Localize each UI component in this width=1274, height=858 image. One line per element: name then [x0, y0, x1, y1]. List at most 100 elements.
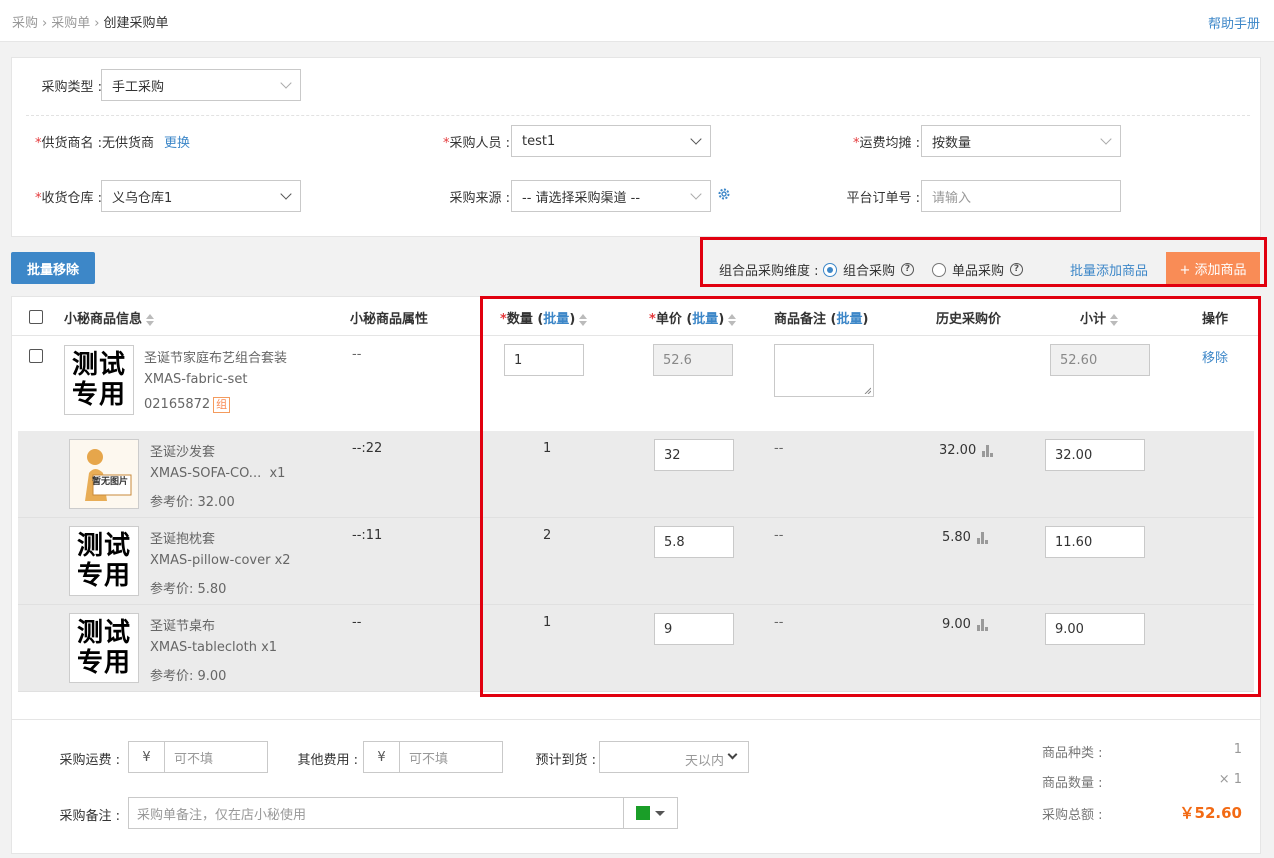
change-supplier-link[interactable]: 更换 [164, 132, 190, 151]
batch-remove-button[interactable]: 批量移除 [11, 252, 95, 284]
product-sku: XMAS-SOFA-CO... x1 [150, 466, 286, 481]
chevron-down-icon [727, 749, 738, 760]
reference-price: 参考价: 5.80 [150, 582, 227, 597]
breadcrumb: 采购 › 采购单 › 创建采购单 [12, 12, 168, 31]
warehouse-value: 义乌仓库1 [112, 190, 173, 206]
question-icon[interactable]: ? [901, 263, 915, 276]
freight-split-label: *运费均摊 : [852, 136, 920, 151]
purchase-type-select[interactable]: 手工采购 [101, 69, 301, 101]
order-form-panel: 采购类型 : 手工采购 *供货商名 : 无供货商 更换 *采购人员 : test… [11, 57, 1261, 237]
product-name: 圣诞节家庭布艺组合套装 [144, 351, 288, 366]
product-attr: --:11 [352, 528, 383, 543]
question-icon[interactable]: ? [1010, 263, 1024, 276]
count-value: × 1 [1218, 772, 1242, 787]
remark-label: 采购备注 : [59, 809, 120, 824]
product-attr: --:22 [352, 441, 383, 456]
product-name: 圣诞抱枕套 [150, 532, 216, 547]
radio-unselected-icon[interactable] [932, 262, 946, 277]
product-thumbnail: 测试专用 [64, 345, 134, 415]
eta-label: 预计到货 : [535, 753, 596, 768]
buyer-value: test1 [522, 133, 556, 149]
supplier-value: 无供货商 [102, 136, 155, 151]
product-name: 圣诞节桌布 [150, 619, 216, 634]
chevron-down-icon [1100, 133, 1112, 145]
product-thumbnail: 暂无图片 [69, 439, 139, 509]
purchase-type-label: 采购类型 : [41, 80, 102, 95]
option-single[interactable]: 单品采购 ? [932, 260, 1024, 279]
sort-icon [146, 313, 155, 326]
color-swatch-icon [636, 806, 650, 820]
source-select[interactable]: -- 请选择采购渠道 -- [511, 180, 711, 212]
product-name: 圣诞沙发套 [150, 445, 216, 460]
chevron-down-icon [690, 188, 702, 200]
remark-input[interactable]: 采购单备注，仅在店小秘使用 [128, 797, 678, 829]
freight-input[interactable]: ¥ 可不填 [128, 741, 268, 773]
other-fee-placeholder: 可不填 [409, 751, 449, 767]
buyer-select[interactable]: test1 [511, 125, 711, 157]
row-checkbox[interactable] [29, 349, 43, 363]
remark-placeholder: 采购单备注，仅在店小秘使用 [137, 807, 307, 823]
option-combo-label: 组合采购 [843, 264, 896, 279]
eta-select[interactable]: 天以内 [599, 741, 749, 773]
total-label: 采购总额 : [1042, 808, 1103, 823]
product-code: 02165872 组 [144, 397, 231, 413]
chevron-down-icon [280, 188, 292, 200]
product-sku: XMAS-pillow-cover x2 [150, 553, 291, 568]
reference-price: 参考价: 9.00 [150, 669, 227, 684]
option-combo[interactable]: 组合采购 ? [823, 260, 915, 279]
caret-down-icon [655, 810, 665, 816]
count-label: 商品数量 : [1042, 776, 1103, 791]
platform-order-placeholder: 请输入 [932, 190, 972, 206]
breadcrumb-item-purchase[interactable]: 采购 [12, 16, 38, 31]
platform-order-input[interactable]: 请输入 [921, 180, 1121, 212]
product-sku: XMAS-tablecloth x1 [150, 640, 278, 655]
warehouse-select[interactable]: 义乌仓库1 [101, 180, 301, 212]
chevron-down-icon [280, 77, 292, 89]
top-bar: 采购 › 采购单 › 创建采购单 帮助手册 [0, 0, 1274, 42]
divider [26, 115, 1250, 116]
platform-order-label: 平台订单号 : [846, 191, 920, 206]
freight-placeholder: 可不填 [174, 751, 214, 767]
chevron-down-icon [690, 133, 702, 145]
eta-suffix: 天以内 [684, 754, 724, 769]
product-thumbnail: 测试专用 [69, 613, 139, 683]
help-link[interactable]: 帮助手册 [1208, 13, 1260, 32]
breadcrumb-separator: › [42, 16, 48, 31]
other-fee-label: 其他费用 : [297, 753, 358, 768]
order-footer: 采购运费 : ¥ 可不填 其他费用 : ¥ 可不填 预计到货 : 天以内 采购备… [11, 720, 1261, 854]
product-thumbnail: 测试专用 [69, 526, 139, 596]
supplier-label: *供货商名 : [34, 136, 102, 151]
product-attr: -- [352, 347, 362, 362]
purchase-type-value: 手工采购 [112, 79, 165, 95]
thumbnail-text: 测试专用 [76, 531, 131, 591]
other-fee-input[interactable]: ¥ 可不填 [363, 741, 503, 773]
currency-symbol: ¥ [364, 742, 400, 772]
warehouse-label: *收货仓库 : [34, 191, 102, 206]
freight-split-select[interactable]: 按数量 [921, 125, 1121, 157]
kinds-label: 商品种类 : [1042, 746, 1103, 761]
product-attr: -- [352, 615, 362, 630]
batch-add-link[interactable]: 批量添加商品 [1070, 260, 1148, 279]
product-sku: XMAS-fabric-set [144, 372, 248, 387]
gear-icon[interactable] [717, 187, 731, 201]
header-info[interactable]: 小秘商品信息 [64, 308, 155, 327]
dimension-label: 组合品采购维度 : [719, 264, 819, 279]
breadcrumb-separator: › [94, 16, 100, 31]
total-value: ￥52.60 [1179, 804, 1242, 822]
radio-selected-icon[interactable] [823, 262, 837, 277]
breadcrumb-item-current: 创建采购单 [103, 16, 169, 31]
source-label: 采购来源 : [449, 191, 510, 206]
select-all-checkbox[interactable] [29, 310, 43, 324]
highlight-box-table [480, 296, 1261, 697]
buyer-label: *采购人员 : [442, 136, 510, 151]
no-image-text: 暂无图片 [92, 477, 129, 487]
breadcrumb-item-orders[interactable]: 采购单 [51, 16, 90, 31]
freight-label: 采购运费 : [59, 753, 120, 768]
source-value: -- 请选择采购渠道 -- [522, 190, 641, 206]
freight-split-value: 按数量 [932, 135, 972, 151]
thumbnail-text: 测试专用 [71, 350, 126, 410]
color-flag-picker[interactable] [623, 798, 677, 828]
reference-price: 参考价: 32.00 [150, 495, 235, 510]
header-attr: 小秘商品属性 [350, 312, 429, 327]
add-product-button[interactable]: + 添加商品 [1166, 252, 1260, 284]
